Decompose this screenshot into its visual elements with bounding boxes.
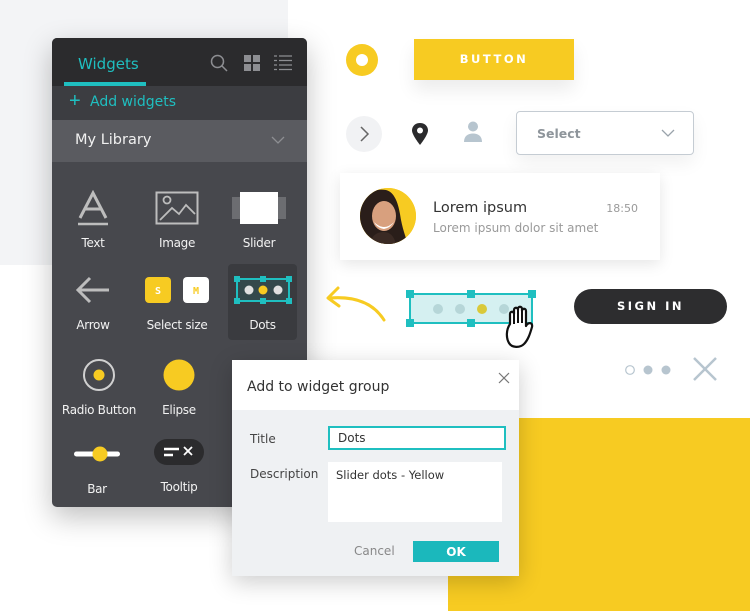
- map-pin-icon[interactable]: [410, 122, 430, 146]
- svg-text:M: M: [193, 286, 199, 297]
- resize-handle: [528, 290, 536, 298]
- page-indicator[interactable]: [624, 364, 674, 376]
- widget-item-select-size[interactable]: SM Select size: [140, 268, 214, 346]
- slider-icon: [232, 192, 286, 224]
- page-dot: [625, 365, 635, 375]
- widget-label: Select size: [146, 318, 208, 332]
- resize-handle: [406, 290, 414, 298]
- widget-label: Slider: [242, 236, 276, 250]
- chevron-down-icon: [271, 136, 285, 144]
- ok-button[interactable]: OK: [413, 541, 499, 562]
- next-button[interactable]: [346, 116, 382, 152]
- dots-icon: [233, 276, 292, 304]
- library-dropdown[interactable]: My Library: [52, 120, 307, 162]
- select-placeholder: Select: [537, 126, 581, 141]
- ring-icon: [346, 44, 378, 76]
- chevron-right-icon: [360, 126, 370, 142]
- resize-handle: [406, 319, 414, 327]
- page-dot: [661, 365, 671, 375]
- widget-item-dots[interactable]: Dots: [228, 264, 297, 340]
- chevron-down-icon: [661, 129, 675, 137]
- widget-item-tooltip[interactable]: Tooltip: [144, 430, 214, 507]
- curved-arrow-icon: [326, 286, 386, 322]
- sample-button[interactable]: BUTTON: [414, 39, 574, 80]
- text-icon: [78, 190, 108, 226]
- resize-handle: [467, 290, 475, 298]
- cancel-button[interactable]: Cancel: [354, 544, 395, 558]
- dialog-title: Add to widget group: [247, 379, 390, 395]
- widget-item-ellipse[interactable]: Elipse: [144, 353, 214, 431]
- card-time: 18:50: [606, 202, 638, 215]
- description-label: Description: [250, 467, 319, 481]
- avatar-photo: [360, 188, 416, 244]
- message-card[interactable]: Lorem ipsum Lorem ipsum dolor sit amet 1…: [340, 173, 660, 260]
- plus-icon: +: [69, 90, 81, 112]
- svg-text:S: S: [155, 286, 161, 297]
- title-input[interactable]: [328, 426, 506, 450]
- user-icon[interactable]: [463, 121, 483, 143]
- ellipse-icon: [163, 359, 195, 391]
- tooltip-icon: [154, 439, 204, 465]
- arrow-left-icon: [75, 276, 109, 304]
- widget-label: Radio Button: [61, 403, 137, 417]
- close-icon[interactable]: [692, 356, 718, 382]
- widget-label: Text: [81, 236, 105, 250]
- list-view-icon[interactable]: [274, 54, 292, 72]
- title-label: Title: [250, 432, 276, 446]
- widget-item-image[interactable]: Image: [142, 186, 212, 264]
- search-icon[interactable]: [210, 54, 228, 72]
- radio-button-icon: [83, 359, 115, 391]
- sign-in-button[interactable]: SIGN IN: [574, 289, 727, 324]
- tab-widgets[interactable]: Widgets: [78, 55, 139, 73]
- panel-header: Widgets: [52, 38, 307, 86]
- image-icon: [155, 191, 199, 225]
- bar-icon: [74, 446, 120, 462]
- grab-hand-cursor-icon: [505, 305, 534, 348]
- card-title: Lorem ipsum: [433, 200, 528, 216]
- add-to-group-dialog: Add to widget group Title Description Sl…: [232, 360, 519, 576]
- add-widgets-button[interactable]: + Add widgets: [52, 86, 307, 120]
- resize-handle: [467, 319, 475, 327]
- widget-item-radio-button[interactable]: Radio Button: [62, 353, 136, 431]
- widget-label: Image: [158, 236, 196, 250]
- widget-label: Arrow: [76, 318, 110, 332]
- description-input[interactable]: Slider dots - Yellow: [328, 462, 502, 522]
- avatar: [360, 188, 416, 244]
- close-icon[interactable]: [498, 372, 510, 384]
- page-dot: [643, 365, 653, 375]
- library-label: My Library: [75, 132, 152, 148]
- select-size-icon: SM: [145, 277, 209, 303]
- widget-item-slider[interactable]: Slider: [224, 186, 294, 264]
- widget-label: Bar: [87, 482, 107, 496]
- dialog-header: Add to widget group: [232, 360, 519, 410]
- widget-label: Tooltip: [160, 480, 198, 494]
- add-widgets-label: Add widgets: [90, 94, 177, 110]
- widget-label: Elipse: [162, 403, 196, 417]
- widget-item-bar[interactable]: Bar: [62, 432, 132, 507]
- widget-label: Dots: [249, 318, 276, 332]
- grid-view-icon[interactable]: [243, 54, 261, 72]
- widget-item-arrow[interactable]: Arrow: [58, 268, 128, 346]
- widget-item-text[interactable]: Text: [58, 186, 128, 264]
- card-message: Lorem ipsum dolor sit amet: [433, 221, 599, 235]
- select-dropdown[interactable]: Select: [516, 111, 694, 155]
